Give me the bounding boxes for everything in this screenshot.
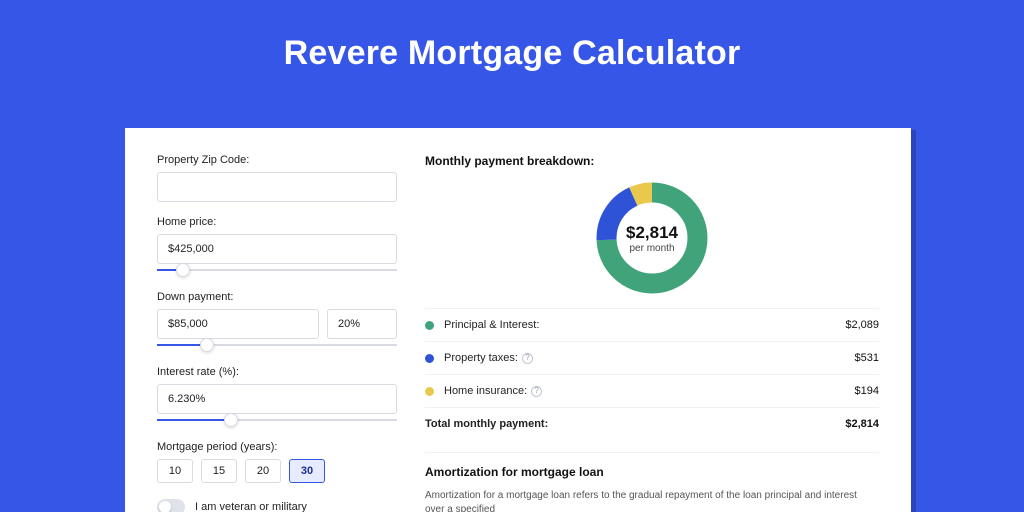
home-price-slider[interactable] <box>157 263 397 277</box>
breakdown-title: Monthly payment breakdown: <box>425 154 879 168</box>
home-price-label: Home price: <box>157 216 397 228</box>
home-price-group: Home price: <box>157 216 397 277</box>
zip-label: Property Zip Code: <box>157 154 397 166</box>
legend-value: $531 <box>855 352 879 364</box>
slider-thumb[interactable] <box>176 263 190 277</box>
breakdown-column: Monthly payment breakdown: $2,814 per mo… <box>425 154 879 512</box>
slider-thumb[interactable] <box>200 338 214 352</box>
interest-input[interactable] <box>157 384 397 414</box>
down-payment-label: Down payment: <box>157 291 397 303</box>
period-buttons: 10 15 20 30 <box>157 459 397 483</box>
veteran-toggle[interactable] <box>157 499 185 512</box>
legend-dot-green <box>425 321 434 330</box>
legend: Principal & Interest: $2,089 Property ta… <box>425 308 879 440</box>
interest-group: Interest rate (%): <box>157 366 397 427</box>
legend-row-taxes: Property taxes: ? $531 <box>425 341 879 374</box>
donut-amount: $2,814 <box>626 223 678 243</box>
legend-value: $2,089 <box>845 319 879 331</box>
donut-chart-wrap: $2,814 per month <box>425 178 879 298</box>
legend-row-total: Total monthly payment: $2,814 <box>425 407 879 440</box>
period-10-button[interactable]: 10 <box>157 459 193 483</box>
zip-group: Property Zip Code: <box>157 154 397 202</box>
donut-sub: per month <box>629 243 674 254</box>
legend-name: Principal & Interest: <box>444 319 845 331</box>
home-price-input[interactable] <box>157 234 397 264</box>
veteran-label: I am veteran or military <box>195 501 307 512</box>
down-payment-slider[interactable] <box>157 338 397 352</box>
down-payment-input[interactable] <box>157 309 319 339</box>
legend-total-value: $2,814 <box>845 418 879 430</box>
legend-row-insurance: Home insurance: ? $194 <box>425 374 879 407</box>
form-column: Property Zip Code: Home price: Down paym… <box>157 154 397 512</box>
page: Revere Mortgage Calculator Property Zip … <box>0 0 1024 512</box>
interest-label: Interest rate (%): <box>157 366 397 378</box>
page-title: Revere Mortgage Calculator <box>0 0 1024 73</box>
calculator-card: Property Zip Code: Home price: Down paym… <box>125 128 911 512</box>
period-group: Mortgage period (years): 10 15 20 30 <box>157 441 397 483</box>
amortization-title: Amortization for mortgage loan <box>425 452 879 479</box>
period-20-button[interactable]: 20 <box>245 459 281 483</box>
period-30-button[interactable]: 30 <box>289 459 325 483</box>
period-15-button[interactable]: 15 <box>201 459 237 483</box>
help-icon[interactable]: ? <box>522 353 533 364</box>
donut-center: $2,814 per month <box>592 178 712 298</box>
interest-slider[interactable] <box>157 413 397 427</box>
down-payment-group: Down payment: <box>157 291 397 352</box>
help-icon[interactable]: ? <box>531 386 542 397</box>
legend-dot-blue <box>425 354 434 363</box>
legend-row-principal: Principal & Interest: $2,089 <box>425 308 879 341</box>
donut-chart: $2,814 per month <box>592 178 712 298</box>
legend-name: Home insurance: ? <box>444 385 855 397</box>
down-payment-pct-input[interactable] <box>327 309 397 339</box>
slider-thumb[interactable] <box>224 413 238 427</box>
legend-name: Property taxes: ? <box>444 352 855 364</box>
legend-dot-yellow <box>425 387 434 396</box>
amortization-text: Amortization for a mortgage loan refers … <box>425 489 879 512</box>
legend-value: $194 <box>855 385 879 397</box>
veteran-row: I am veteran or military <box>157 499 397 512</box>
period-label: Mortgage period (years): <box>157 441 397 453</box>
card-inner: Property Zip Code: Home price: Down paym… <box>125 128 911 512</box>
toggle-knob <box>159 501 171 512</box>
legend-total-label: Total monthly payment: <box>425 418 845 430</box>
zip-input[interactable] <box>157 172 397 202</box>
